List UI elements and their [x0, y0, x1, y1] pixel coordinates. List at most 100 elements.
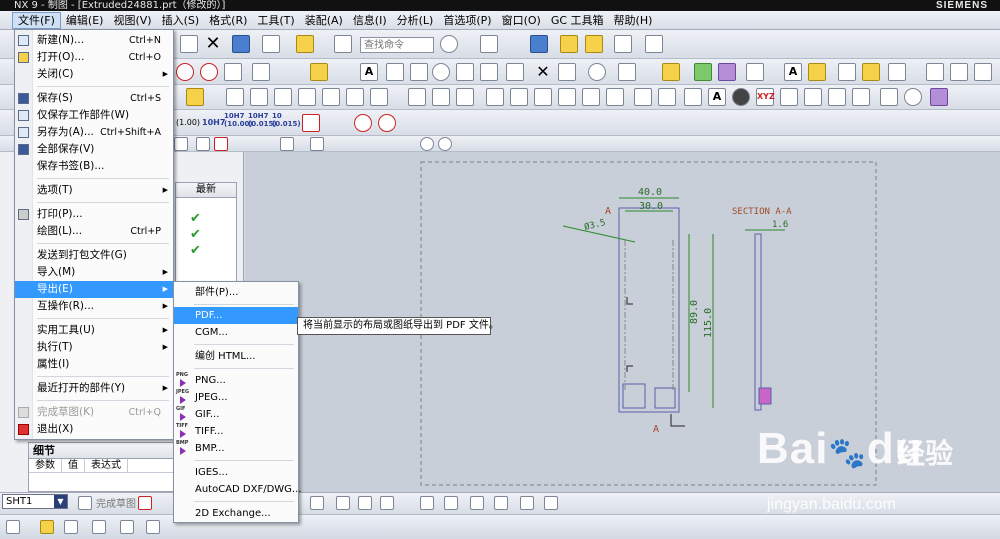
surface-finish-icon[interactable] [456, 63, 474, 81]
show-icon[interactable] [862, 63, 880, 81]
cross-icon[interactable]: ✕ [534, 63, 552, 81]
subscript-icon[interactable] [634, 88, 652, 106]
detail-view-icon[interactable] [298, 88, 316, 106]
menu-item-options[interactable]: 选项(T) ▶ [15, 182, 173, 199]
chevron-down-icon[interactable]: ▼ [54, 495, 67, 508]
menu-item-plot[interactable]: 绘图(L)... Ctrl+P [15, 223, 173, 240]
fit-10h7-b[interactable]: 10H7 (0.015) [248, 112, 277, 128]
base-view-icon[interactable] [250, 88, 268, 106]
image-icon[interactable] [618, 63, 636, 81]
weld-symbol-icon[interactable] [480, 63, 498, 81]
menu-tools[interactable]: 工具(T) [252, 12, 299, 29]
menu-window[interactable]: 窗口(O) [497, 12, 546, 29]
update-view-icon[interactable] [346, 88, 364, 106]
menu-item-save-all[interactable]: 全部保存(V) [15, 141, 173, 158]
menu-analysis[interactable]: 分析(L) [392, 12, 439, 29]
settings-icon[interactable] [904, 88, 922, 106]
export-item-iges[interactable]: IGES... [174, 464, 298, 481]
export-item-2d-exchange[interactable]: 2D Exchange... [174, 505, 298, 522]
arrow-b-icon[interactable] [694, 63, 712, 81]
command-finder-icon[interactable] [296, 35, 314, 53]
menu-preferences[interactable]: 首选项(P) [438, 12, 496, 29]
menu-information[interactable]: 信息(I) [348, 12, 392, 29]
table-icon[interactable] [926, 63, 944, 81]
balloon-icon[interactable] [974, 63, 992, 81]
snap-quad-icon[interactable] [146, 520, 160, 534]
fit-100[interactable]: (1.00) [176, 118, 200, 127]
menu-file[interactable]: 文件(F) [12, 11, 61, 29]
menu-insert[interactable]: 插入(S) [157, 12, 205, 29]
export-item-jpeg[interactable]: JPEG JPEG... [174, 389, 298, 406]
zone-icon[interactable] [432, 88, 450, 106]
search-icon[interactable] [440, 35, 458, 53]
menu-item-import[interactable]: 导入(M) ▶ [15, 264, 173, 281]
arrow-c-icon[interactable] [718, 63, 736, 81]
column-parameter[interactable]: 参数 [29, 459, 62, 472]
menu-format[interactable]: 格式(R) [204, 12, 252, 29]
show-constraints-icon[interactable] [470, 496, 484, 510]
view-boundary-icon[interactable] [370, 88, 388, 106]
view-orient-icon[interactable] [560, 35, 578, 53]
fit-10h7[interactable]: 10H7 [202, 118, 225, 127]
finish-sketch-icon[interactable] [78, 496, 92, 510]
surface-symbol-icon[interactable] [510, 88, 528, 106]
edit-style-icon[interactable] [808, 63, 826, 81]
origin-icon[interactable] [732, 88, 750, 106]
studio-spline-icon[interactable] [336, 496, 350, 510]
command-search-input[interactable] [360, 37, 434, 53]
menu-item-export[interactable]: 导出(E) ▶ [15, 281, 173, 298]
circle-icon[interactable] [176, 63, 194, 81]
tolerance-icon[interactable] [302, 114, 320, 132]
finish-sketch-label[interactable]: 完成草图 [96, 495, 136, 510]
polygon-icon[interactable] [310, 496, 324, 510]
hide-icon[interactable] [838, 63, 856, 81]
menu-item-new[interactable]: 新建(N)... Ctrl+N [15, 32, 173, 49]
filter-icon[interactable] [40, 520, 54, 534]
menu-gc-toolbox[interactable]: GC 工具箱 [546, 12, 609, 29]
annotation-a-icon[interactable]: A [708, 88, 726, 106]
wave-icon[interactable] [930, 88, 948, 106]
menu-item-print[interactable]: 打印(P)... [15, 206, 173, 223]
zoom-icon[interactable] [585, 35, 603, 53]
export-item-gif[interactable]: GIF GIF... [174, 406, 298, 423]
menu-item-open[interactable]: 打开(O)... Ctrl+O [15, 49, 173, 66]
alt-solution-icon[interactable] [520, 496, 534, 510]
menu-item-utilities[interactable]: 实用工具(U) ▶ [15, 322, 173, 339]
fit-10h7-a[interactable]: 10H7 (10.00) [224, 112, 253, 128]
body-icon[interactable] [92, 520, 106, 534]
leader-icon[interactable] [386, 63, 404, 81]
menu-item-close[interactable]: 关闭(C) ▶ [15, 66, 173, 83]
relax-icon[interactable] [494, 496, 508, 510]
transform-icon[interactable] [380, 496, 394, 510]
grid-icon[interactable] [614, 35, 632, 53]
datum-icon[interactable] [432, 63, 450, 81]
gear-icon[interactable] [6, 520, 20, 534]
menu-item-interoperate[interactable]: 互操作(R)... ▶ [15, 298, 173, 315]
rapid-dim-icon[interactable] [486, 88, 504, 106]
menu-edit[interactable]: 编辑(E) [61, 12, 109, 29]
column-expression[interactable]: 表达式 [85, 459, 128, 472]
point-icon[interactable] [358, 496, 372, 510]
view-break-icon[interactable] [224, 63, 242, 81]
line-icon[interactable] [804, 88, 822, 106]
export-item-part[interactable]: 部件(P)... [174, 284, 298, 301]
feature-control-icon[interactable] [410, 63, 428, 81]
target-point-icon[interactable] [506, 63, 524, 81]
hatch-icon[interactable] [888, 63, 906, 81]
export-item-author-html[interactable]: 编创 HTML... [174, 348, 298, 365]
menu-item-save-bookmark[interactable]: 保存书签(B)... [15, 158, 173, 175]
title-block-icon[interactable] [456, 88, 474, 106]
chamfer-dim-icon[interactable] [558, 88, 576, 106]
part-icon[interactable] [64, 520, 78, 534]
view-layout-icon[interactable] [480, 35, 498, 53]
snap-mid-icon[interactable] [120, 520, 134, 534]
select-point-icon[interactable] [214, 137, 228, 151]
box-select-icon[interactable] [280, 137, 294, 151]
section-view-icon[interactable] [252, 63, 270, 81]
export-item-bmp[interactable]: BMP BMP... [174, 440, 298, 457]
layer-icon[interactable] [530, 35, 548, 53]
column-value[interactable]: 值 [62, 459, 85, 472]
menu-assembly[interactable]: 装配(A) [300, 12, 348, 29]
blank-box-icon[interactable] [780, 88, 798, 106]
constraint-icon[interactable] [420, 496, 434, 510]
